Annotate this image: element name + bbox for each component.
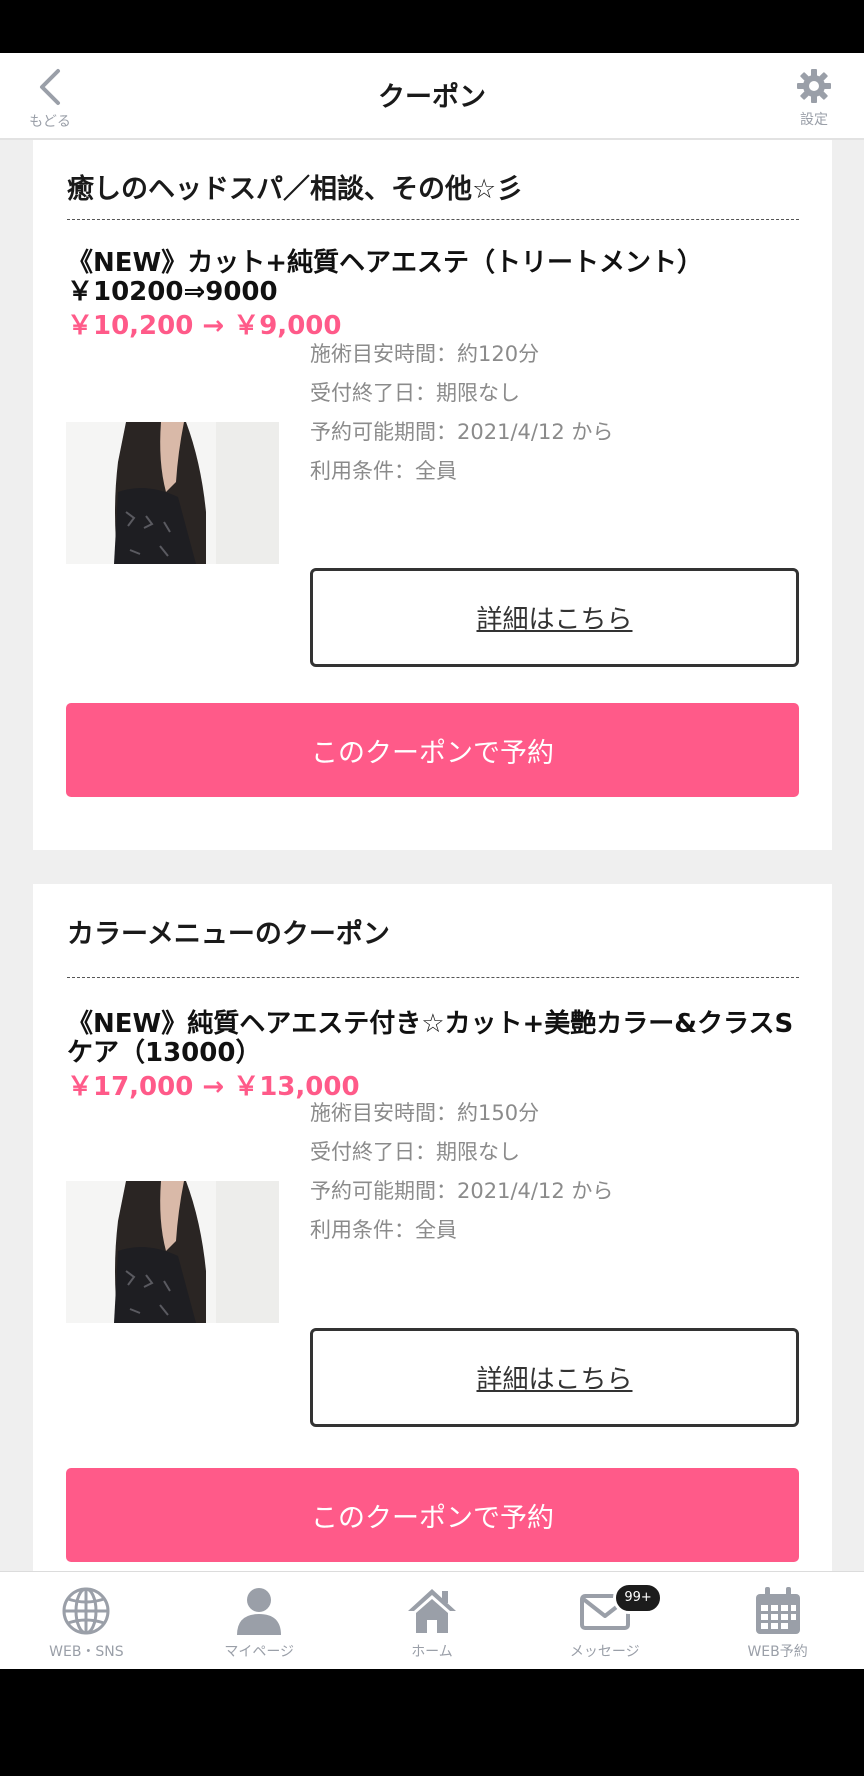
nav-item-web-reservation[interactable]: WEB予約 — [691, 1572, 864, 1669]
calendar-icon — [755, 1587, 800, 1634]
nav-item-mypage[interactable]: マイページ — [173, 1572, 346, 1669]
coupon-info-list: 施術目安時間：約150分 受付終了日：期限なし 予約可能期間：2021/4/12… — [310, 1094, 613, 1250]
dashed-divider — [67, 977, 799, 978]
coupon-price: ￥10,200 → ￥9,000 — [67, 311, 342, 341]
detail-button[interactable]: 詳細はこちら — [310, 1328, 799, 1427]
bottom-navigation: WEB・SNS マイページ ホーム 99+ メッセージ WEB予約 — [0, 1571, 864, 1669]
coupon-photo — [66, 422, 279, 564]
coupon-info-condition: 利用条件：全員 — [310, 459, 457, 483]
coupon-name: 《NEW》純質ヘアエステ付き☆カット+美艶カラー&クラスSケア（13000） — [67, 1009, 794, 1068]
nav-label: WEB・SNS — [49, 1644, 124, 1660]
system-navigation-bar — [0, 1669, 864, 1776]
app-view: もどる クーポン 設定 癒しのヘッドスパ／相談、その他☆彡 《NEW》カット+純… — [0, 53, 864, 1669]
status-bar — [0, 0, 864, 53]
nav-item-message[interactable]: 99+ メッセージ — [518, 1572, 691, 1669]
nav-label: メッセージ — [569, 1644, 640, 1660]
nav-label: WEB予約 — [747, 1644, 808, 1660]
dashed-divider — [67, 219, 799, 220]
coupon-photo — [66, 1181, 279, 1323]
coupon-info-duration: 施術目安時間：約150分 — [310, 1101, 540, 1125]
coupon-name: 《NEW》カット+純質ヘアエステ（トリートメント）￥10200⇒9000 — [67, 248, 703, 307]
settings-button[interactable]: 設定 — [782, 61, 846, 133]
nav-label: ホーム — [411, 1644, 453, 1660]
coupon-info-period: 予約可能期間：2021/4/12 から — [310, 1179, 614, 1203]
nav-label: マイページ — [224, 1644, 295, 1660]
back-label: もどる — [29, 114, 71, 130]
home-icon — [407, 1589, 456, 1633]
coupon-card: カラーメニューのクーポン 《NEW》純質ヘアエステ付き☆カット+美艶カラー&クラ… — [33, 884, 832, 1644]
app-header: もどる クーポン 設定 — [0, 53, 864, 140]
phone-screen: もどる クーポン 設定 癒しのヘッドスパ／相談、その他☆彡 《NEW》カット+純… — [0, 0, 864, 1776]
coupon-info-condition: 利用条件：全員 — [310, 1218, 457, 1242]
coupon-info-duration: 施術目安時間：約120分 — [310, 342, 540, 366]
book-coupon-button[interactable]: このクーポンで予約 — [66, 1468, 799, 1562]
settings-label: 設定 — [800, 112, 828, 128]
coupon-info-deadline: 受付終了日：期限なし — [310, 381, 520, 405]
coupon-info-list: 施術目安時間：約120分 受付終了日：期限なし 予約可能期間：2021/4/12… — [310, 335, 613, 491]
coupon-category-title: 癒しのヘッドスパ／相談、その他☆彡 — [67, 174, 524, 205]
globe-icon — [62, 1587, 110, 1635]
detail-button[interactable]: 詳細はこちら — [310, 568, 799, 667]
person-icon — [237, 1588, 282, 1635]
message-count-badge: 99+ — [613, 1582, 663, 1614]
gear-icon — [797, 69, 831, 103]
nav-item-home[interactable]: ホーム — [346, 1572, 519, 1669]
book-coupon-button[interactable]: このクーポンで予約 — [66, 703, 799, 797]
coupon-category-title: カラーメニューのクーポン — [67, 919, 390, 950]
coupon-info-deadline: 受付終了日：期限なし — [310, 1140, 520, 1164]
coupon-info-period: 予約可能期間：2021/4/12 から — [310, 420, 614, 444]
nav-item-web-sns[interactable]: WEB・SNS — [0, 1572, 173, 1669]
page-title: クーポン — [378, 82, 486, 113]
coupon-card: 癒しのヘッドスパ／相談、その他☆彡 《NEW》カット+純質ヘアエステ（トリートメ… — [33, 119, 832, 850]
